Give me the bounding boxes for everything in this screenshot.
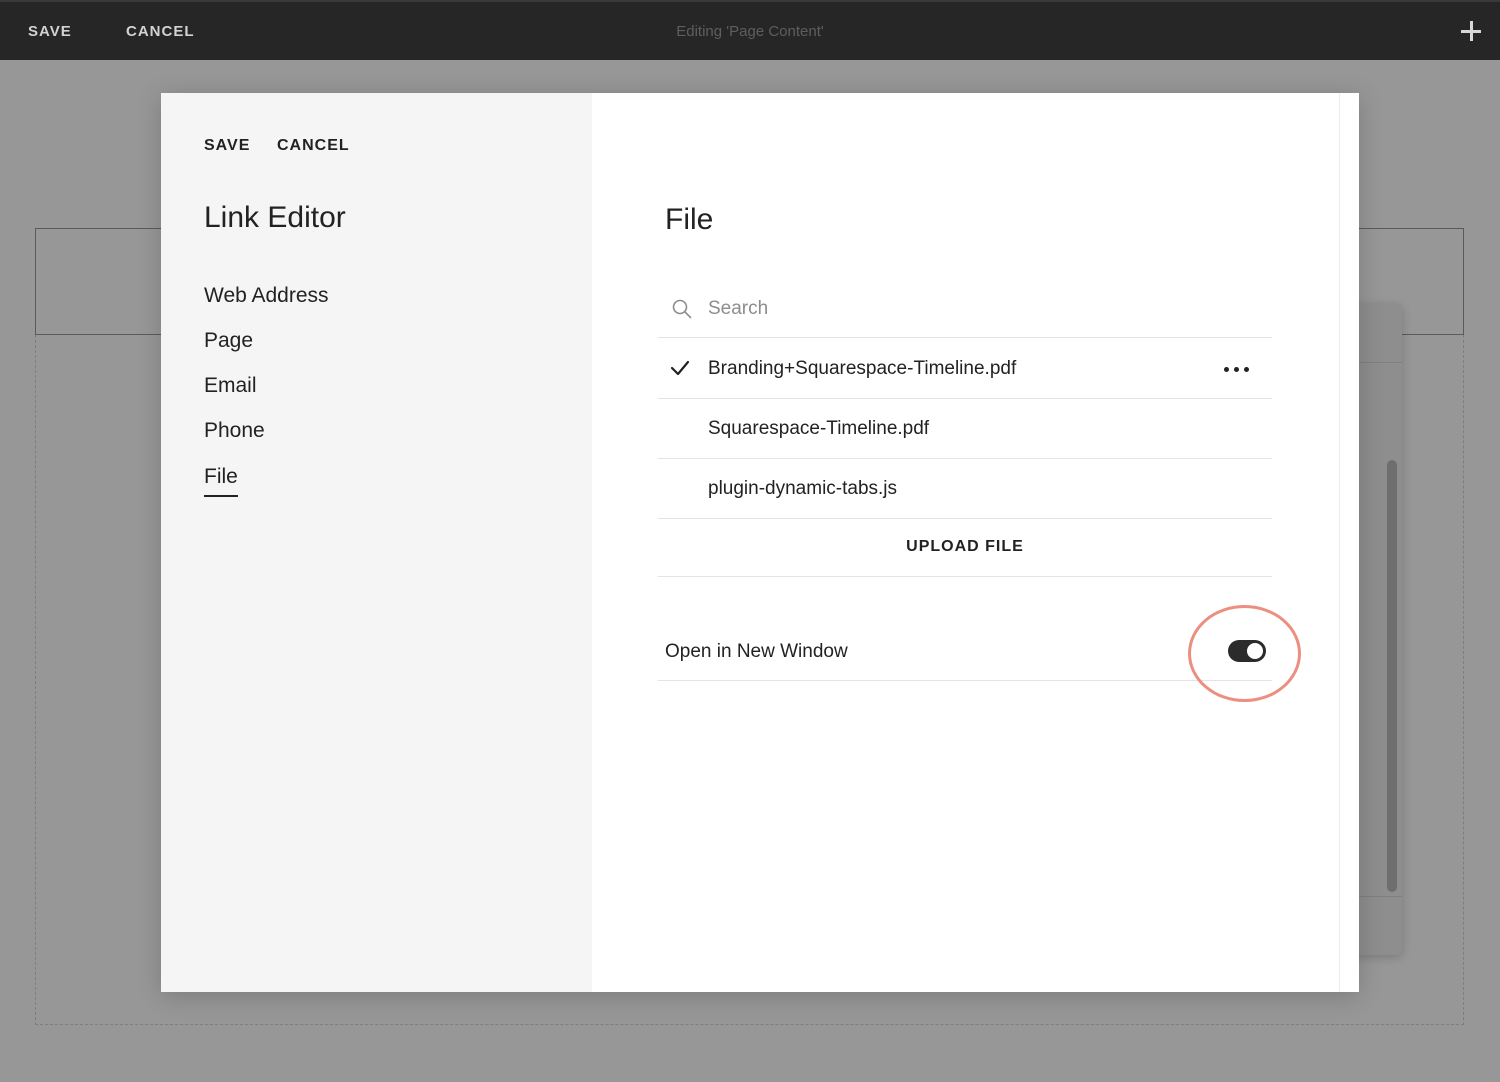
nav-item-file[interactable]: File: [204, 465, 238, 497]
background-scrollbar: [1387, 460, 1397, 892]
file-panel: File Branding+Squarespace-Timeline.pdf S…: [592, 93, 1359, 992]
file-item[interactable]: Branding+Squarespace-Timeline.pdf: [658, 339, 1272, 399]
plus-icon[interactable]: [1458, 18, 1484, 44]
cancel-button[interactable]: CANCEL: [277, 137, 350, 155]
highlight-circle: [1188, 605, 1301, 702]
open-in-new-window-label: Open in New Window: [665, 641, 848, 662]
search-icon: [672, 299, 692, 319]
search-input[interactable]: [708, 293, 1208, 325]
nav-item-email[interactable]: Email: [204, 374, 257, 398]
open-in-new-window-row: Open in New Window: [658, 621, 1272, 681]
nav-item-phone[interactable]: Phone: [204, 419, 265, 443]
file-name: Branding+Squarespace-Timeline.pdf: [708, 358, 1017, 379]
file-panel-title: File: [665, 203, 714, 236]
link-editor-modal: SAVE CANCEL Link Editor Web Address Page…: [161, 93, 1359, 992]
upload-file-button[interactable]: UPLOAD FILE: [658, 538, 1272, 556]
file-item[interactable]: Squarespace-Timeline.pdf: [658, 399, 1272, 459]
file-item[interactable]: plugin-dynamic-tabs.js: [658, 459, 1272, 519]
save-button[interactable]: SAVE: [204, 137, 250, 155]
upload-row: UPLOAD FILE: [658, 518, 1272, 577]
checkmark-icon: [670, 360, 690, 376]
nav-item-page[interactable]: Page: [204, 329, 253, 353]
more-horizontal-icon[interactable]: [1222, 359, 1252, 379]
file-name: Squarespace-Timeline.pdf: [708, 418, 930, 439]
search-bar: [658, 278, 1272, 338]
file-name: plugin-dynamic-tabs.js: [708, 478, 898, 499]
editor-top-bar: SAVE CANCEL Editing 'Page Content': [0, 0, 1500, 60]
editor-title: Editing 'Page Content': [676, 23, 824, 40]
nav-item-web-address[interactable]: Web Address: [204, 284, 329, 308]
link-editor-title: Link Editor: [204, 201, 346, 234]
modal-divider: [1339, 93, 1340, 992]
link-editor-sidebar: SAVE CANCEL Link Editor Web Address Page…: [161, 93, 592, 992]
